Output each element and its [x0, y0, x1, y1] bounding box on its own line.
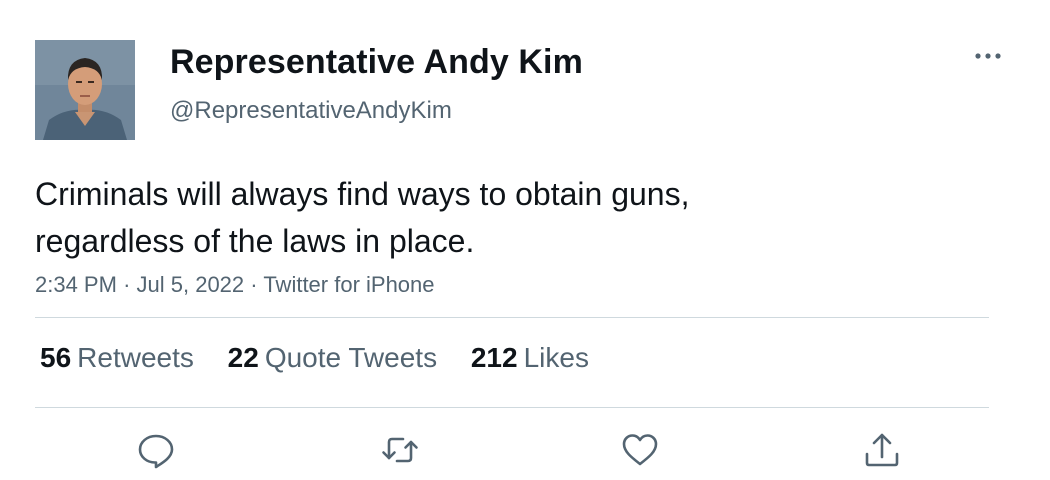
divider	[35, 317, 989, 318]
share-button[interactable]	[862, 430, 902, 470]
heart-icon	[622, 434, 658, 466]
avatar[interactable]	[35, 40, 135, 140]
retweet-button[interactable]	[380, 430, 420, 470]
quote-tweets-label: Quote Tweets	[264, 342, 438, 373]
share-icon	[865, 433, 899, 467]
retweets-stat[interactable]: 56 Retweets	[40, 342, 194, 374]
tweet-text-line: Criminals will always find ways to obtai…	[35, 176, 690, 212]
meta-separator: ·	[123, 272, 131, 297]
author-handle[interactable]: @RepresentativeAndyKim	[170, 97, 452, 125]
tweet-text-line: regardless of the laws in place.	[35, 223, 475, 259]
author-display-name[interactable]: Representative Andy Kim	[170, 43, 583, 82]
more-options-button[interactable]	[970, 44, 1006, 68]
likes-count: 212	[470, 342, 518, 373]
retweets-count: 56	[40, 342, 72, 373]
quote-tweets-count: 22	[227, 342, 259, 373]
tweet-text: Criminals will always find ways to obtai…	[35, 171, 935, 265]
meta-separator: ·	[250, 272, 258, 297]
quote-tweets-stat[interactable]: 22 Quote Tweets	[228, 342, 437, 374]
tweet-time[interactable]: 2:34 PM	[35, 272, 117, 297]
divider	[35, 407, 989, 408]
more-horizontal-icon	[975, 53, 1001, 59]
retweets-label: Retweets	[77, 342, 194, 373]
tweet-date[interactable]: Jul 5, 2022	[137, 272, 245, 297]
reply-icon	[138, 434, 174, 469]
avatar-photo	[35, 40, 135, 140]
tweet-meta: 2:34 PM · Jul 5, 2022 · Twitter for iPho…	[35, 272, 435, 298]
engagement-stats: 56 Retweets 22 Quote Tweets 212 Likes	[40, 342, 615, 374]
likes-label: Likes	[523, 342, 589, 373]
like-button[interactable]	[620, 430, 660, 470]
likes-stat[interactable]: 212 Likes	[471, 342, 589, 374]
retweet-icon	[382, 437, 418, 463]
tweet-source[interactable]: Twitter for iPhone	[263, 272, 434, 297]
reply-button[interactable]	[136, 430, 176, 470]
